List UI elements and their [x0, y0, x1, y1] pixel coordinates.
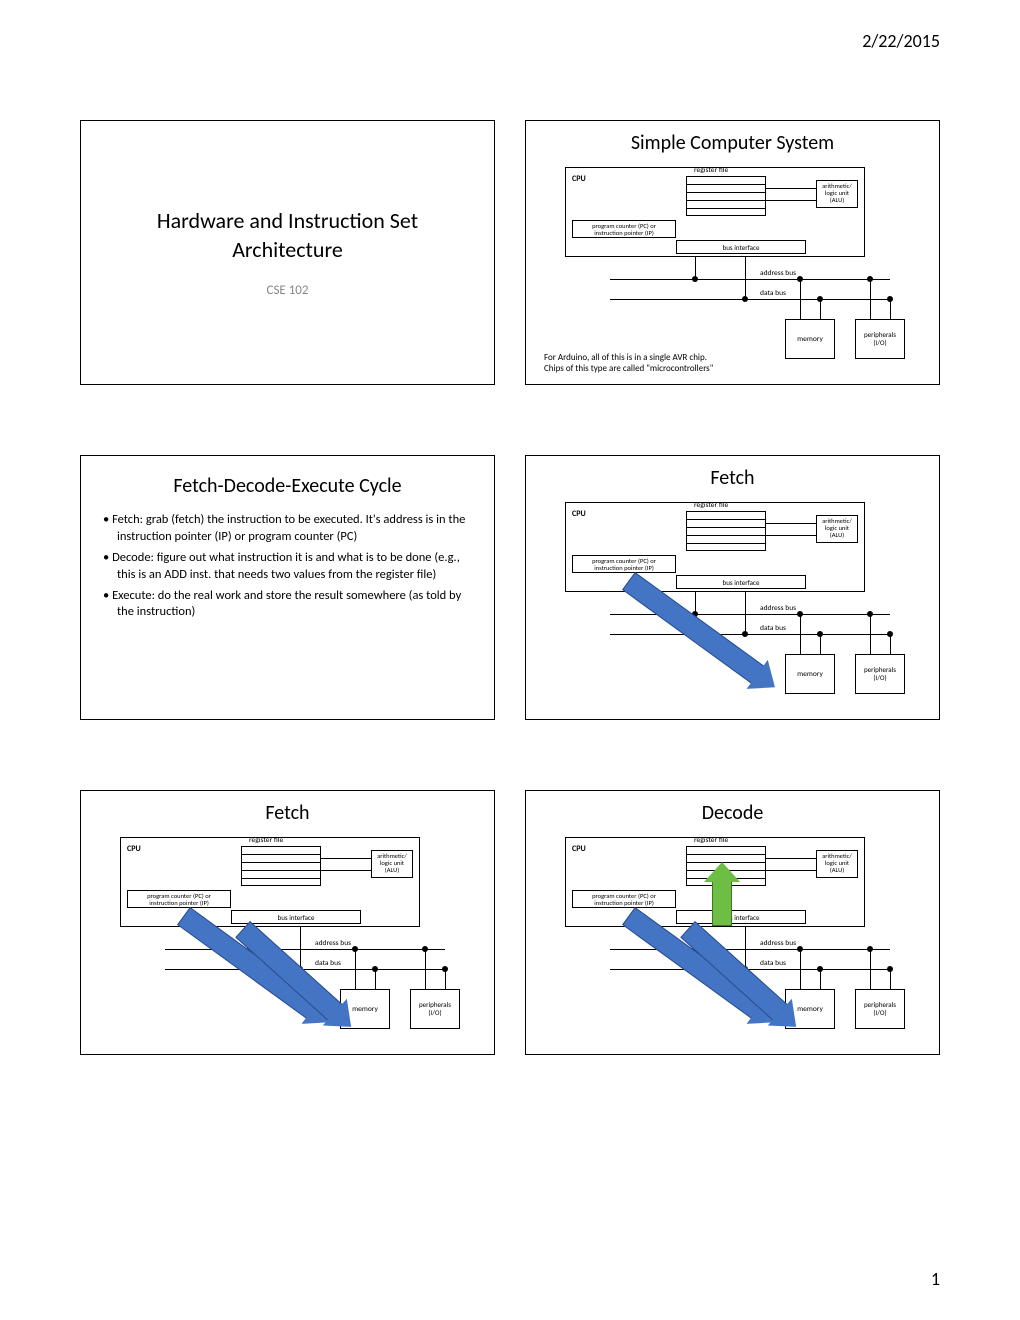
alu-l3: (ALU)	[830, 866, 844, 874]
slide1-subtitle: CSE 102	[267, 283, 309, 298]
cpu-box: CPU register file arithmetic/ logic unit…	[120, 837, 420, 927]
periph-box: peripherals (I/O)	[410, 989, 460, 1029]
regfile-label: register file	[694, 836, 728, 845]
pc-l2: instruction pointer (IP)	[149, 899, 209, 907]
arrow-decode-up	[712, 881, 732, 926]
memory-box: memory	[785, 654, 835, 694]
page-date: 2/22/2015	[862, 30, 940, 52]
memory-box: memory	[785, 319, 835, 359]
cpu-label: CPU	[572, 509, 586, 519]
regfile	[686, 176, 766, 216]
periph-l2: (I/O)	[428, 1009, 441, 1017]
slide-6: Decode CPU register file arithmetic/ log…	[525, 790, 940, 1055]
slide5-diagram: CPU register file arithmetic/ logic unit…	[95, 829, 480, 1029]
note-l2: Chips of this type are called "microcont…	[544, 363, 713, 374]
cpu-box: CPU register file arithmetic/ logic unit…	[565, 502, 865, 592]
periph-l2: (I/O)	[873, 674, 886, 682]
bullet-decode: Decode: figure out what instruction it i…	[103, 550, 472, 584]
slide3-bullets: Fetch: grab (fetch) the instruction to b…	[103, 512, 472, 621]
slide2-title: Simple Computer System	[540, 131, 925, 155]
slide2-note: For Arduino, all of this is in a single …	[544, 353, 713, 374]
slide-3: Fetch-Decode-Execute Cycle Fetch: grab (…	[80, 455, 495, 720]
slide3-title: Fetch-Decode-Execute Cycle	[103, 474, 472, 498]
bus-interface: bus interface	[676, 240, 806, 254]
cpu-label: CPU	[127, 844, 141, 854]
bus-interface: bus interface	[676, 575, 806, 589]
alu-l3: (ALU)	[385, 866, 399, 874]
pc-l2: instruction pointer (IP)	[594, 899, 654, 907]
data-bus-label: data bus	[760, 289, 786, 298]
pc-l2: instruction pointer (IP)	[594, 229, 654, 237]
pc-box: program counter (PC) or instruction poin…	[572, 220, 676, 238]
cpu-box: CPU register file arithmetic/ logic unit…	[565, 167, 865, 257]
alu: arithmetic/ logic unit (ALU)	[816, 180, 858, 208]
page-number: 1	[931, 1268, 940, 1290]
regfile-label: register file	[249, 836, 283, 845]
slide1-title-line1: Hardware and Instruction Set	[157, 207, 418, 234]
slide4-diagram: CPU register file arithmetic/ logic unit…	[540, 494, 925, 694]
slides-grid: Hardware and Instruction Set Architectur…	[80, 120, 940, 1055]
cpu-label: CPU	[572, 844, 586, 854]
periph-l2: (I/O)	[873, 1009, 886, 1017]
slide4-title: Fetch	[540, 466, 925, 490]
data-bus-label: data bus	[760, 959, 786, 968]
pc-box: program counter (PC) or instruction poin…	[572, 890, 676, 908]
slide-4: Fetch CPU register file arithmetic/ logi…	[525, 455, 940, 720]
slide-1: Hardware and Instruction Set Architectur…	[80, 120, 495, 385]
pc-l2: instruction pointer (IP)	[594, 564, 654, 572]
bullet-execute: Execute: do the real work and store the …	[103, 588, 472, 622]
regfile	[686, 511, 766, 551]
pc-box: program counter (PC) or instruction poin…	[572, 555, 676, 573]
alu: arithmetic/ logic unit (ALU)	[371, 850, 413, 878]
addr-bus-label: address bus	[760, 269, 796, 278]
periph-box: peripherals (I/O)	[855, 989, 905, 1029]
alu-l3: (ALU)	[830, 196, 844, 204]
slide1-title: Hardware and Instruction Set Architectur…	[157, 207, 418, 264]
slide2-diagram: CPU register file arithmetic/ logic unit…	[540, 159, 925, 359]
addr-bus-label: address bus	[315, 939, 351, 948]
data-bus-label: data bus	[315, 959, 341, 968]
periph-l2: (I/O)	[873, 339, 886, 347]
slide1-title-line2: Architecture	[232, 236, 343, 263]
slide-2: Simple Computer System CPU register file…	[525, 120, 940, 385]
regfile-label: register file	[694, 166, 728, 175]
alu: arithmetic/ logic unit (ALU)	[816, 515, 858, 543]
regfile	[241, 846, 321, 886]
bullet-fetch: Fetch: grab (fetch) the instruction to b…	[103, 512, 472, 546]
addr-bus-label: address bus	[760, 939, 796, 948]
alu: arithmetic/ logic unit (ALU)	[816, 850, 858, 878]
data-bus-label: data bus	[760, 624, 786, 633]
periph-box: peripherals (I/O)	[855, 319, 905, 359]
addr-bus-label: address bus	[760, 604, 796, 613]
cpu-label: CPU	[572, 174, 586, 184]
alu-l3: (ALU)	[830, 531, 844, 539]
regfile-label: register file	[694, 501, 728, 510]
note-l1: For Arduino, all of this is in a single …	[544, 352, 707, 363]
pc-box: program counter (PC) or instruction poin…	[127, 890, 231, 908]
slide6-diagram: CPU register file arithmetic/ logic unit…	[540, 829, 925, 1029]
periph-box: peripherals (I/O)	[855, 654, 905, 694]
slide5-title: Fetch	[95, 801, 480, 825]
slide-5: Fetch CPU register file arithmetic/ logi…	[80, 790, 495, 1055]
slide6-title: Decode	[540, 801, 925, 825]
